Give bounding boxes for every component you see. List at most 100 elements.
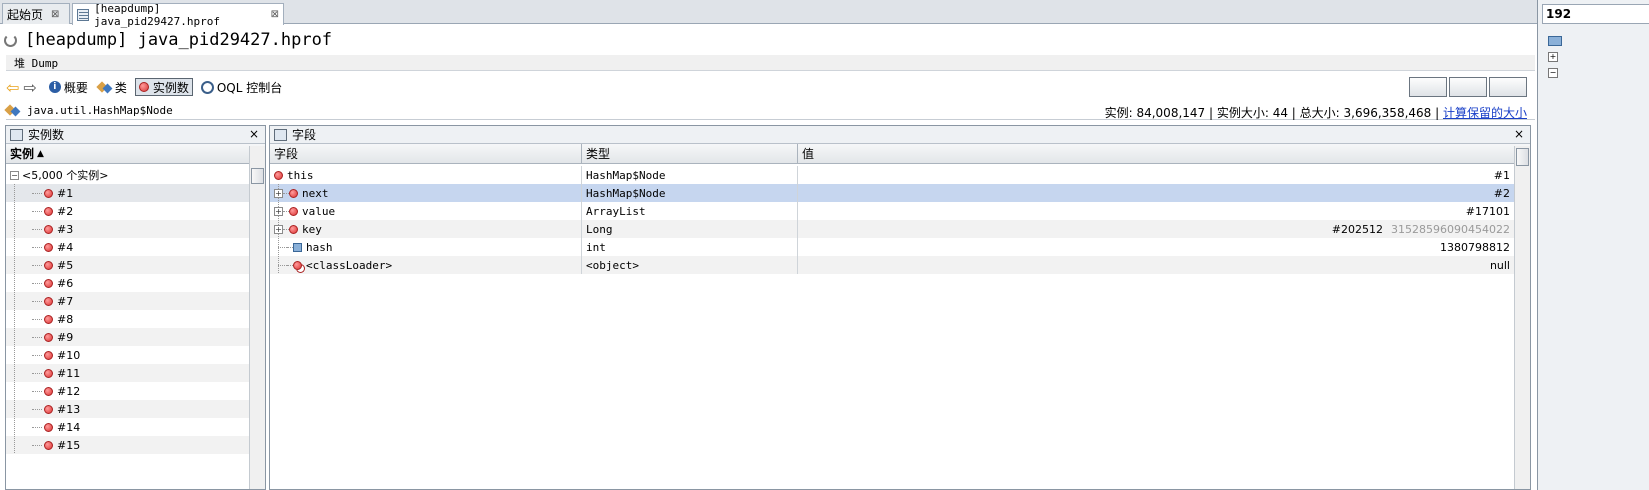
- toggle-instances-view-button[interactable]: [1409, 77, 1447, 97]
- field-row[interactable]: this HashMap$Node #1: [270, 166, 1514, 184]
- back-arrow-icon[interactable]: ⇦: [6, 78, 19, 97]
- class-stats-text: 实例: 84,008,147 | 实例大小: 44 | 总大小: 3,696,3…: [1104, 106, 1440, 120]
- instances-panel-title: 实例数: [28, 128, 65, 142]
- expand-node-icon[interactable]: +: [274, 188, 283, 198]
- heap-viewer-window: 起始页 ⊠ [heapdump] java_pid29427.hprof ⊠ ◀…: [0, 0, 1649, 490]
- panel-icon: [10, 128, 23, 141]
- instance-column-label: 实例: [10, 147, 35, 161]
- forward-arrow-icon[interactable]: ⇨: [23, 78, 36, 97]
- field-value: #202512: [1331, 222, 1384, 236]
- toggle-references-view-button[interactable]: [1489, 77, 1527, 97]
- close-instances-panel-icon[interactable]: ×: [249, 127, 259, 141]
- instance-id: #11: [57, 366, 81, 380]
- class-info-bar: java.util.HashMap$Node 实例: 84,008,147 | …: [6, 101, 1535, 120]
- instance-list-item[interactable]: #1: [6, 184, 249, 202]
- field-name: key: [302, 222, 322, 236]
- fields-panel-header: 字段 ×: [270, 126, 1530, 144]
- instance-id: #9: [57, 330, 74, 344]
- tab-close-icon[interactable]: ⊠: [51, 9, 59, 20]
- instances-group-node[interactable]: − <5,000 个实例>: [6, 166, 249, 184]
- instances-button[interactable]: 实例数: [134, 78, 193, 96]
- field-row[interactable]: hash int 1380798812: [270, 238, 1514, 256]
- field-value: 1380798812: [1440, 240, 1510, 254]
- field-row[interactable]: + value ArrayList #17101: [270, 202, 1514, 220]
- toolbar: ⇦ ⇨ i 概要 类 实例数 OQL 控制台: [0, 76, 1535, 98]
- expand-node-icon[interactable]: +: [274, 224, 283, 234]
- compute-retained-size-link[interactable]: 计算保留的大小: [1443, 106, 1527, 120]
- instance-list-item[interactable]: #13: [6, 400, 249, 418]
- instance-list-item[interactable]: #8: [6, 310, 249, 328]
- scrollbar-thumb[interactable]: [251, 168, 264, 184]
- field-name: hash: [306, 240, 333, 254]
- page-title-text: [heapdump] java_pid29427.hprof: [25, 30, 333, 50]
- instance-icon: [44, 350, 53, 360]
- summary-button[interactable]: i 概要: [47, 78, 90, 96]
- instance-icon: [44, 440, 53, 450]
- instance-icon: [44, 404, 53, 414]
- instance-list-item[interactable]: #14: [6, 418, 249, 436]
- object-icon: [274, 170, 283, 180]
- instance-icon: [44, 314, 53, 324]
- heap-dump-label: 堆 Dump: [14, 56, 59, 70]
- classes-button[interactable]: 类: [96, 78, 129, 96]
- instance-list-item[interactable]: #12: [6, 382, 249, 400]
- instance-id: #5: [57, 258, 74, 272]
- instance-icon: [44, 206, 53, 216]
- scrollbar-thumb[interactable]: [1516, 148, 1529, 166]
- instances-column-header[interactable]: 实例 ▲: [6, 144, 265, 164]
- column-divider: [581, 166, 582, 274]
- tab-heapdump[interactable]: [heapdump] java_pid29427.hprof ⊠: [72, 2, 284, 28]
- instance-list-item[interactable]: #10: [6, 346, 249, 364]
- class-name: java.util.HashMap$Node: [27, 103, 173, 117]
- instance-list-item[interactable]: #11: [6, 364, 249, 382]
- fields-table: this HashMap$Node #1 + next HashMap$Node #2 + va…: [270, 166, 1514, 274]
- close-fields-panel-icon[interactable]: ×: [1514, 127, 1524, 141]
- instance-id: #12: [57, 384, 81, 398]
- heap-dump-header: 堆 Dump: [6, 55, 1535, 71]
- instance-id: #13: [57, 402, 81, 416]
- collapse-icon[interactable]: −: [1548, 68, 1558, 78]
- field-row[interactable]: + next HashMap$Node #2: [270, 184, 1514, 202]
- toggle-fields-view-button[interactable]: [1449, 77, 1487, 97]
- column-value[interactable]: 值: [802, 145, 814, 162]
- instance-list-item[interactable]: #9: [6, 328, 249, 346]
- tab-close-icon[interactable]: ⊠: [271, 9, 279, 20]
- instance-icon: [44, 386, 53, 396]
- instance-list-item[interactable]: #15: [6, 436, 249, 454]
- instance-id: #4: [57, 240, 74, 254]
- tab-start-page[interactable]: 起始页 ⊠: [2, 3, 70, 24]
- field-row[interactable]: <classLoader> <object> null: [270, 256, 1514, 274]
- field-row[interactable]: + key Long #202512 3152859609045402​2: [270, 220, 1514, 238]
- instance-list-item[interactable]: #5: [6, 256, 249, 274]
- oql-console-button[interactable]: OQL 控制台: [199, 78, 284, 96]
- instance-list-item[interactable]: #6: [6, 274, 249, 292]
- instance-list-item[interactable]: #2: [6, 202, 249, 220]
- side-panel-tab[interactable]: 192: [1542, 4, 1649, 24]
- field-name: next: [302, 186, 329, 200]
- instance-list-item[interactable]: #4: [6, 238, 249, 256]
- collapse-node-icon[interactable]: −: [10, 170, 19, 180]
- field-value-detail: 3152859609045402​2: [1391, 222, 1510, 236]
- field-type: HashMap$Node: [586, 186, 666, 200]
- field-type: int: [586, 240, 606, 254]
- fields-icon: [274, 128, 287, 141]
- field-name: this: [287, 168, 314, 182]
- object-icon: [289, 224, 298, 234]
- expand-node-icon[interactable]: +: [274, 206, 283, 216]
- oql-icon: [200, 80, 214, 94]
- instance-list-item[interactable]: #7: [6, 292, 249, 310]
- field-name: value: [302, 204, 336, 218]
- column-type[interactable]: 类型: [586, 145, 610, 162]
- instance-icon: [44, 224, 53, 234]
- instance-list-item[interactable]: #3: [6, 220, 249, 238]
- column-field[interactable]: 字段: [274, 145, 298, 162]
- instance-icon: [44, 260, 53, 270]
- page-title: [heapdump] java_pid29427.hprof: [4, 28, 332, 52]
- instance-id: #3: [57, 222, 74, 236]
- monitor-icon[interactable]: [1548, 36, 1562, 46]
- instance-icon: [44, 332, 53, 342]
- info-icon: i: [48, 81, 61, 93]
- instances-scrollbar[interactable]: [249, 146, 265, 489]
- expand-icon[interactable]: +: [1548, 52, 1558, 62]
- fields-scrollbar[interactable]: [1514, 146, 1530, 489]
